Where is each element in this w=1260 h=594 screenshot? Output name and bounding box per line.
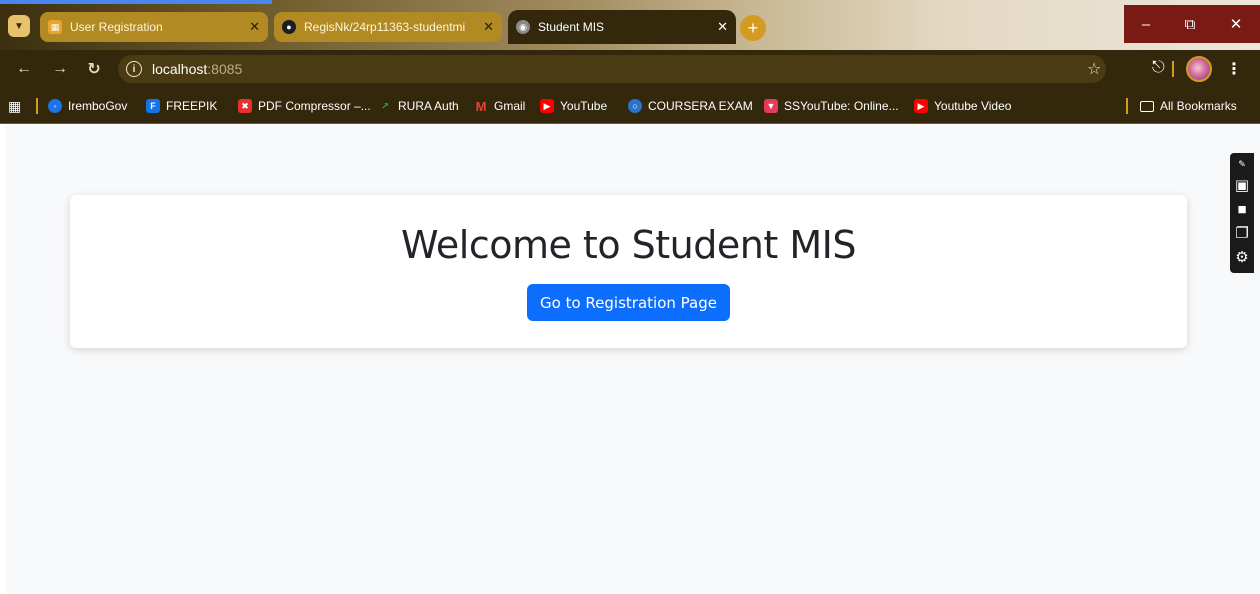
bookmarks-bar: ▦ ◦ IremboGov F FREEPIK ✖ PDF Compressor… bbox=[0, 88, 1260, 124]
tab-close-icon[interactable]: ✕ bbox=[249, 19, 260, 35]
bookmark-label: PDF Compressor –... bbox=[258, 99, 371, 113]
bookmark-pdf-compressor[interactable]: ✖ PDF Compressor –... bbox=[238, 96, 371, 116]
bookmark-rura-auth[interactable]: ↗ RURA Auth bbox=[378, 96, 459, 116]
page-title: Welcome to Student MIS bbox=[401, 223, 856, 267]
capture-toolbar: ✎ ▣ ■ ❐ ⚙ bbox=[1230, 153, 1254, 273]
apps-grid-icon[interactable]: ▦ bbox=[8, 98, 24, 114]
bookmarks-divider bbox=[36, 98, 38, 114]
restore-button[interactable]: ⧉ bbox=[1168, 5, 1212, 43]
tab-user-registration[interactable]: ▦ User Registration ✕ bbox=[40, 12, 268, 42]
gmail-icon: M bbox=[475, 98, 487, 114]
tab-title: RegisNk/24rp11363-studentmi bbox=[304, 20, 466, 34]
browser-toolbar: ← → ↻ i localhost :8085 ☆ ⎋ ⋮ bbox=[0, 50, 1260, 88]
bookmark-label: SSYouTube: Online... bbox=[784, 99, 899, 113]
window-capture-icon[interactable]: ❐ bbox=[1230, 221, 1254, 245]
welcome-card: Welcome to Student MIS Go to Registratio… bbox=[70, 195, 1187, 348]
tab-student-mis[interactable]: ◉ Student MIS ✕ bbox=[508, 10, 736, 44]
bookmark-irembogov[interactable]: ◦ IremboGov bbox=[48, 96, 127, 116]
bookmark-label: RURA Auth bbox=[398, 99, 459, 113]
freepik-icon: F bbox=[146, 99, 160, 113]
bookmark-gmail[interactable]: M Gmail bbox=[474, 96, 526, 116]
tab-title: Student MIS bbox=[538, 20, 605, 34]
registration-page-button[interactable]: Go to Registration Page bbox=[527, 284, 730, 321]
address-bar[interactable]: i localhost :8085 bbox=[118, 55, 1106, 83]
tab-github-repo[interactable]: ● RegisNk/24rp11363-studentmi ✕ bbox=[274, 12, 502, 42]
bookmarks-divider bbox=[1126, 98, 1128, 114]
back-arrow-icon[interactable]: ← bbox=[14, 59, 34, 79]
pdf-compressor-icon: ✖ bbox=[238, 99, 252, 113]
bookmark-freepik[interactable]: F FREEPIK bbox=[146, 96, 217, 116]
tab-search-icon[interactable]: ▼ bbox=[8, 15, 30, 37]
bookmark-ssyoutube[interactable]: ▼ SSYouTube: Online... bbox=[764, 96, 899, 116]
video-camera-icon[interactable]: ■ bbox=[1230, 197, 1254, 221]
more-menu-icon[interactable]: ⋮ bbox=[1226, 59, 1242, 79]
tab-title: User Registration bbox=[70, 20, 163, 34]
minimize-button[interactable]: – bbox=[1124, 5, 1168, 43]
site-info-icon[interactable]: i bbox=[126, 61, 142, 77]
youtube-icon: ▶ bbox=[914, 99, 928, 113]
irembo-icon: ◦ bbox=[48, 99, 62, 113]
bookmark-label: COURSERA EXAM bbox=[648, 99, 753, 113]
bookmark-label: IremboGov bbox=[68, 99, 128, 113]
tab-close-icon[interactable]: ✕ bbox=[717, 19, 728, 35]
tab-strip: ▼ ▦ User Registration ✕ ● RegisNk/24rp11… bbox=[0, 0, 1260, 50]
camera-icon[interactable]: ▣ bbox=[1230, 173, 1254, 197]
toolbar-divider bbox=[1172, 61, 1174, 77]
bookmark-youtube[interactable]: ▶ YouTube bbox=[540, 96, 607, 116]
new-tab-button[interactable]: + bbox=[740, 15, 766, 41]
profile-avatar[interactable] bbox=[1186, 56, 1212, 82]
page-edge bbox=[0, 125, 6, 594]
bookmark-label: Gmail bbox=[494, 99, 526, 113]
registration-favicon-icon: ▦ bbox=[48, 20, 62, 34]
url-port: :8085 bbox=[207, 61, 243, 77]
settings-gear-icon[interactable]: ⚙ bbox=[1230, 245, 1254, 269]
close-window-button[interactable]: ✕ bbox=[1212, 5, 1260, 43]
tab-close-icon[interactable]: ✕ bbox=[483, 19, 494, 35]
folder-icon bbox=[1140, 100, 1154, 112]
reload-icon[interactable]: ↻ bbox=[84, 59, 104, 79]
youtube-icon: ▶ bbox=[540, 99, 554, 113]
extensions-icon[interactable]: ⎋ bbox=[1152, 59, 1165, 77]
bookmark-star-icon[interactable]: ☆ bbox=[1087, 59, 1101, 79]
bookmark-label: FREEPIK bbox=[166, 99, 218, 113]
ssyoutube-icon: ▼ bbox=[764, 99, 778, 113]
globe-favicon-icon: ◉ bbox=[516, 20, 530, 34]
bookmark-coursera-exam[interactable]: ○ COURSERA EXAM bbox=[628, 96, 753, 116]
bookmark-youtube-video[interactable]: ▶ Youtube Video bbox=[914, 96, 1011, 116]
all-bookmarks-label: All Bookmarks bbox=[1160, 99, 1237, 113]
browser-window: ▼ ▦ User Registration ✕ ● RegisNk/24rp11… bbox=[0, 0, 1260, 594]
bookmark-label: Youtube Video bbox=[934, 99, 1012, 113]
bookmark-label: YouTube bbox=[560, 99, 608, 113]
pin-icon[interactable]: ✎ bbox=[1230, 155, 1254, 173]
github-favicon-icon: ● bbox=[282, 20, 296, 34]
all-bookmarks-button[interactable]: All Bookmarks bbox=[1140, 96, 1237, 116]
url-host: localhost bbox=[152, 61, 208, 77]
forward-arrow-icon[interactable]: → bbox=[50, 59, 70, 79]
coursera-icon: ○ bbox=[628, 99, 642, 113]
tab-strip-highlight bbox=[0, 0, 272, 4]
rura-icon: ↗ bbox=[381, 100, 389, 111]
